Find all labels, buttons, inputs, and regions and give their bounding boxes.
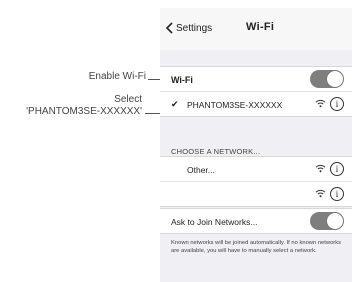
wifi-icon — [315, 99, 326, 108]
callout-select-line1: Select — [114, 94, 142, 105]
toggle-knob — [327, 71, 343, 87]
checkmark-icon: ✔ — [171, 99, 179, 109]
ask-to-join-row: Ask to Join Networks... — [160, 209, 352, 233]
other-network-label: Other... — [187, 165, 215, 175]
wifi-toggle[interactable] — [310, 70, 344, 88]
network-list: Other... i i — [160, 156, 352, 207]
back-label: Settings — [176, 22, 213, 34]
toggle-knob — [327, 213, 343, 229]
wifi-toggle-label: Wi-Fi — [171, 75, 193, 85]
info-icon[interactable]: i — [330, 97, 344, 111]
wifi-icon — [315, 164, 326, 173]
callout-enable-wifi: Enable Wi-Fi — [40, 71, 146, 82]
other-network-row[interactable]: Other... i — [160, 157, 352, 181]
wifi-toggle-row: Wi-Fi — [160, 67, 352, 91]
callout-enable-wifi-text: Enable Wi-Fi — [88, 71, 146, 82]
connected-network-name: PHANTOM3SE-XXXXXX — [187, 100, 283, 110]
back-button[interactable]: Settings — [166, 22, 212, 34]
navigation-bar: Settings Wi-Fi — [160, 8, 352, 50]
info-icon[interactable]: i — [330, 162, 344, 176]
network-row[interactable]: i — [160, 181, 352, 206]
settings-screen: Settings Wi-Fi Wi-Fi ✔ PHANTOM3SE-XXXXXX… — [160, 8, 352, 282]
ask-to-join-footnote: Known networks will be joined automatica… — [171, 240, 342, 254]
page-title: Wi-Fi — [246, 21, 275, 33]
ask-to-join-toggle[interactable] — [310, 212, 344, 230]
callout-select-network: Select 'PHANTOM3SE-XXXXXX' — [0, 94, 142, 118]
wifi-group: Wi-Fi ✔ PHANTOM3SE-XXXXXX i — [160, 66, 352, 117]
callout-select-line2: 'PHANTOM3SE-XXXXXX' — [26, 106, 142, 117]
choose-network-header: CHOOSE A NETWORK... — [171, 147, 261, 156]
wifi-icon — [315, 189, 326, 198]
ask-to-join-group: Ask to Join Networks... — [160, 208, 352, 234]
chevron-left-icon — [166, 22, 173, 34]
info-icon[interactable]: i — [330, 187, 344, 201]
ask-to-join-label: Ask to Join Networks... — [171, 217, 258, 227]
connected-network-row[interactable]: ✔ PHANTOM3SE-XXXXXX i — [160, 91, 352, 116]
